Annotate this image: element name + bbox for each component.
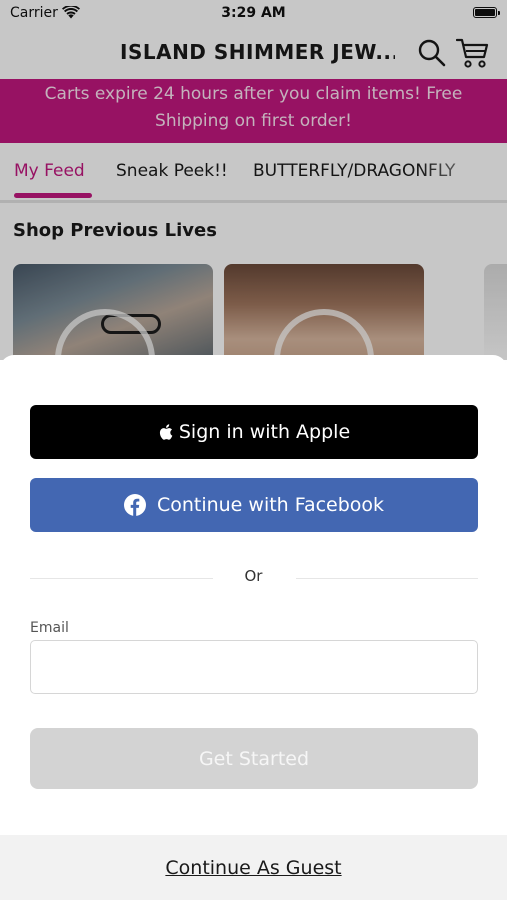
or-separator: Or — [244, 567, 263, 585]
sign-in-with-apple-button[interactable]: Sign in with Apple — [30, 405, 478, 459]
sign-in-sheet: Sign in with Apple Continue with Faceboo… — [0, 355, 507, 900]
apple-icon — [159, 424, 173, 440]
guest-footer: Continue As Guest — [0, 835, 507, 900]
app-screen: Carrier 3:29 AM ISLAND SHIMMER JEW... Ca… — [0, 0, 507, 900]
email-field[interactable] — [30, 640, 478, 694]
continue-with-facebook-button[interactable]: Continue with Facebook — [30, 478, 478, 532]
facebook-icon — [123, 494, 146, 516]
continue-as-guest-link[interactable]: Continue As Guest — [0, 857, 507, 879]
email-label: Email — [30, 620, 69, 636]
get-started-label: Get Started — [198, 747, 310, 770]
facebook-button-label: Continue with Facebook — [156, 494, 385, 516]
divider-right — [296, 578, 478, 579]
apple-button-label: Sign in with Apple — [178, 421, 351, 443]
modal-backdrop[interactable] — [0, 0, 507, 360]
get-started-button[interactable]: Get Started — [30, 728, 478, 789]
